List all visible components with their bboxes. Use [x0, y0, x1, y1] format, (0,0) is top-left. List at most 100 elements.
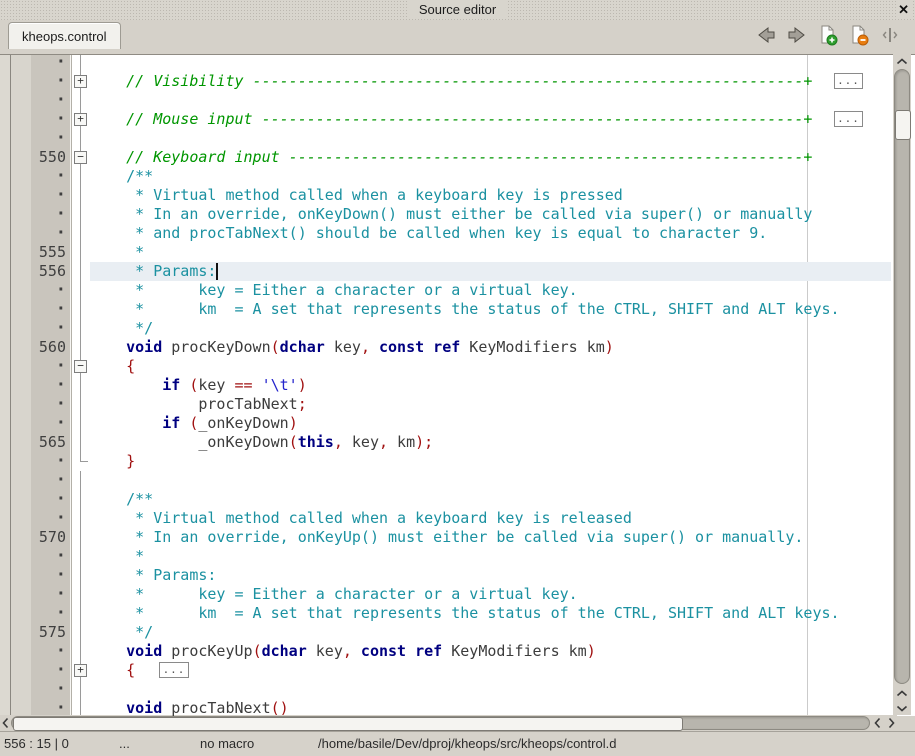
code-line[interactable]: · if (_onKeyDown) — [0, 414, 893, 433]
code-text: void procKeyUp(dchar key, const ref KeyM… — [90, 642, 596, 661]
code-line[interactable]: · procTabNext; — [0, 395, 893, 414]
nav-back-icon[interactable] — [755, 24, 777, 46]
code-line[interactable]: · } — [0, 452, 893, 471]
code-line[interactable]: · — [0, 129, 893, 148]
code-line[interactable]: · * Virtual method called when a keyboar… — [0, 186, 893, 205]
folded-block-ellipsis[interactable]: ... — [834, 73, 863, 89]
code-text: * Virtual method called when a keyboard … — [90, 509, 632, 528]
horizontal-scrollbar[interactable] — [0, 715, 897, 731]
code-line[interactable]: 555 * — [0, 243, 893, 262]
fold-collapse-icon[interactable]: − — [74, 360, 87, 373]
code-line[interactable]: 560 void procKeyDown(dchar key, const re… — [0, 338, 893, 357]
code-line[interactable]: · void procKeyUp(dchar key, const ref Ke… — [0, 642, 893, 661]
code-line[interactable]: 556 * Params: — [0, 262, 893, 281]
line-number: 555 — [10, 243, 66, 262]
scroll-left-secondary-icon[interactable] — [871, 715, 883, 731]
line-number: 556 — [10, 262, 66, 281]
code-line[interactable]: · * key = Either a character or a virtua… — [0, 281, 893, 300]
document-add-icon[interactable] — [817, 24, 839, 46]
fold-expand-icon[interactable]: + — [74, 113, 87, 126]
gutter-dot: · — [10, 129, 66, 148]
fold-collapse-icon[interactable]: − — [74, 151, 87, 164]
vertical-scrollbar-trough[interactable] — [894, 69, 910, 684]
gutter-dot: · — [10, 547, 66, 566]
code-line[interactable]: · if (key == '\t') — [0, 376, 893, 395]
gutter-dot: · — [10, 319, 66, 338]
gutter-dot: · — [10, 661, 66, 680]
code-line[interactable]: 575 */ — [0, 623, 893, 642]
code-line[interactable]: ·+ {... — [0, 661, 893, 680]
code-line[interactable]: ·− { — [0, 357, 893, 376]
gutter-dot: · — [10, 509, 66, 528]
code-text: // Keyboard input ----------------------… — [90, 148, 812, 167]
code-line[interactable]: · — [0, 471, 893, 490]
gutter-dot: · — [10, 224, 66, 243]
fold-cell — [71, 300, 90, 319]
code-text: // Visibility --------------------------… — [90, 72, 812, 91]
code-line[interactable]: · — [0, 54, 893, 72]
scroll-left-icon[interactable] — [0, 715, 10, 731]
gutter-dot: · — [10, 376, 66, 395]
gutter-dot: · — [10, 357, 66, 376]
folded-block-ellipsis[interactable]: ... — [834, 111, 863, 127]
gutter-dot: · — [10, 585, 66, 604]
code-line[interactable]: 565 _onKeyDown(this, key, km); — [0, 433, 893, 452]
code-text: * — [90, 243, 144, 262]
code-line[interactable]: · * km = A set that represents the statu… — [0, 604, 893, 623]
fold-cell[interactable]: + — [71, 661, 90, 680]
code-line[interactable]: ·+ // Mouse input ----------------------… — [0, 110, 893, 129]
code-line[interactable]: · * Params: — [0, 566, 893, 585]
scroll-right-icon[interactable] — [885, 715, 897, 731]
tab-kheops-control[interactable]: kheops.control — [8, 22, 121, 49]
code-line[interactable]: · — [0, 91, 893, 110]
code-editor[interactable]: ··+ // Visibility ----------------------… — [0, 54, 915, 716]
scroll-up-icon[interactable] — [893, 54, 911, 68]
code-line[interactable]: · * km = A set that represents the statu… — [0, 300, 893, 319]
close-icon[interactable]: ✕ — [896, 1, 911, 18]
fold-cell[interactable]: + — [71, 110, 90, 129]
code-line[interactable]: · /** — [0, 167, 893, 186]
code-line[interactable]: · /** — [0, 490, 893, 509]
code-text: /** — [90, 490, 153, 509]
horizontal-scrollbar-thumb[interactable] — [13, 717, 683, 731]
tab-label: kheops.control — [22, 29, 107, 44]
fold-cell — [71, 167, 90, 186]
code-line[interactable]: 550− // Keyboard input -----------------… — [0, 148, 893, 167]
scroll-up-secondary-icon[interactable] — [893, 686, 911, 700]
code-line[interactable]: · * key = Either a character or a virtua… — [0, 585, 893, 604]
scroll-down-icon[interactable] — [893, 701, 911, 715]
folded-block-ellipsis[interactable]: ... — [159, 662, 189, 678]
vertical-scrollbar[interactable] — [893, 54, 911, 715]
code-text: * — [90, 547, 144, 566]
document-remove-icon[interactable] — [848, 24, 870, 46]
fold-cell[interactable]: − — [71, 357, 90, 376]
code-line[interactable]: · void procTabNext() — [0, 699, 893, 716]
line-number: 565 — [10, 433, 66, 452]
code-line[interactable]: · * and procTabNext() should be called w… — [0, 224, 893, 243]
code-line[interactable]: · * — [0, 547, 893, 566]
code-line[interactable]: 570 * In an override, onKeyUp() must eit… — [0, 528, 893, 547]
window-title: Source editor — [409, 1, 506, 19]
code-text: */ — [90, 319, 153, 338]
code-line[interactable]: · * Virtual method called when a keyboar… — [0, 509, 893, 528]
vertical-scrollbar-thumb[interactable] — [895, 110, 911, 140]
titlebar[interactable]: Source editor ✕ — [0, 0, 915, 20]
text-caret — [216, 263, 218, 280]
code-line[interactable]: · * In an override, onKeyDown() must eit… — [0, 205, 893, 224]
fold-cell[interactable]: + — [71, 72, 90, 91]
fold-cell — [71, 91, 90, 110]
split-view-icon[interactable] — [879, 24, 901, 46]
fold-cell — [71, 680, 90, 699]
code-text: * km = A set that represents the status … — [90, 604, 840, 623]
code-text: * and procTabNext() should be called whe… — [90, 224, 767, 243]
code-text: * key = Either a character or a virtual … — [90, 585, 578, 604]
fold-expand-icon[interactable]: + — [74, 75, 87, 88]
gutter-dot: · — [10, 205, 66, 224]
fold-cell[interactable]: − — [71, 148, 90, 167]
code-line[interactable]: · */ — [0, 319, 893, 338]
code-line[interactable]: ·+ // Visibility -----------------------… — [0, 72, 893, 91]
nav-forward-icon[interactable] — [786, 24, 808, 46]
fold-expand-icon[interactable]: + — [74, 664, 87, 677]
gutter-dot: · — [10, 490, 66, 509]
code-line[interactable]: · — [0, 680, 893, 699]
